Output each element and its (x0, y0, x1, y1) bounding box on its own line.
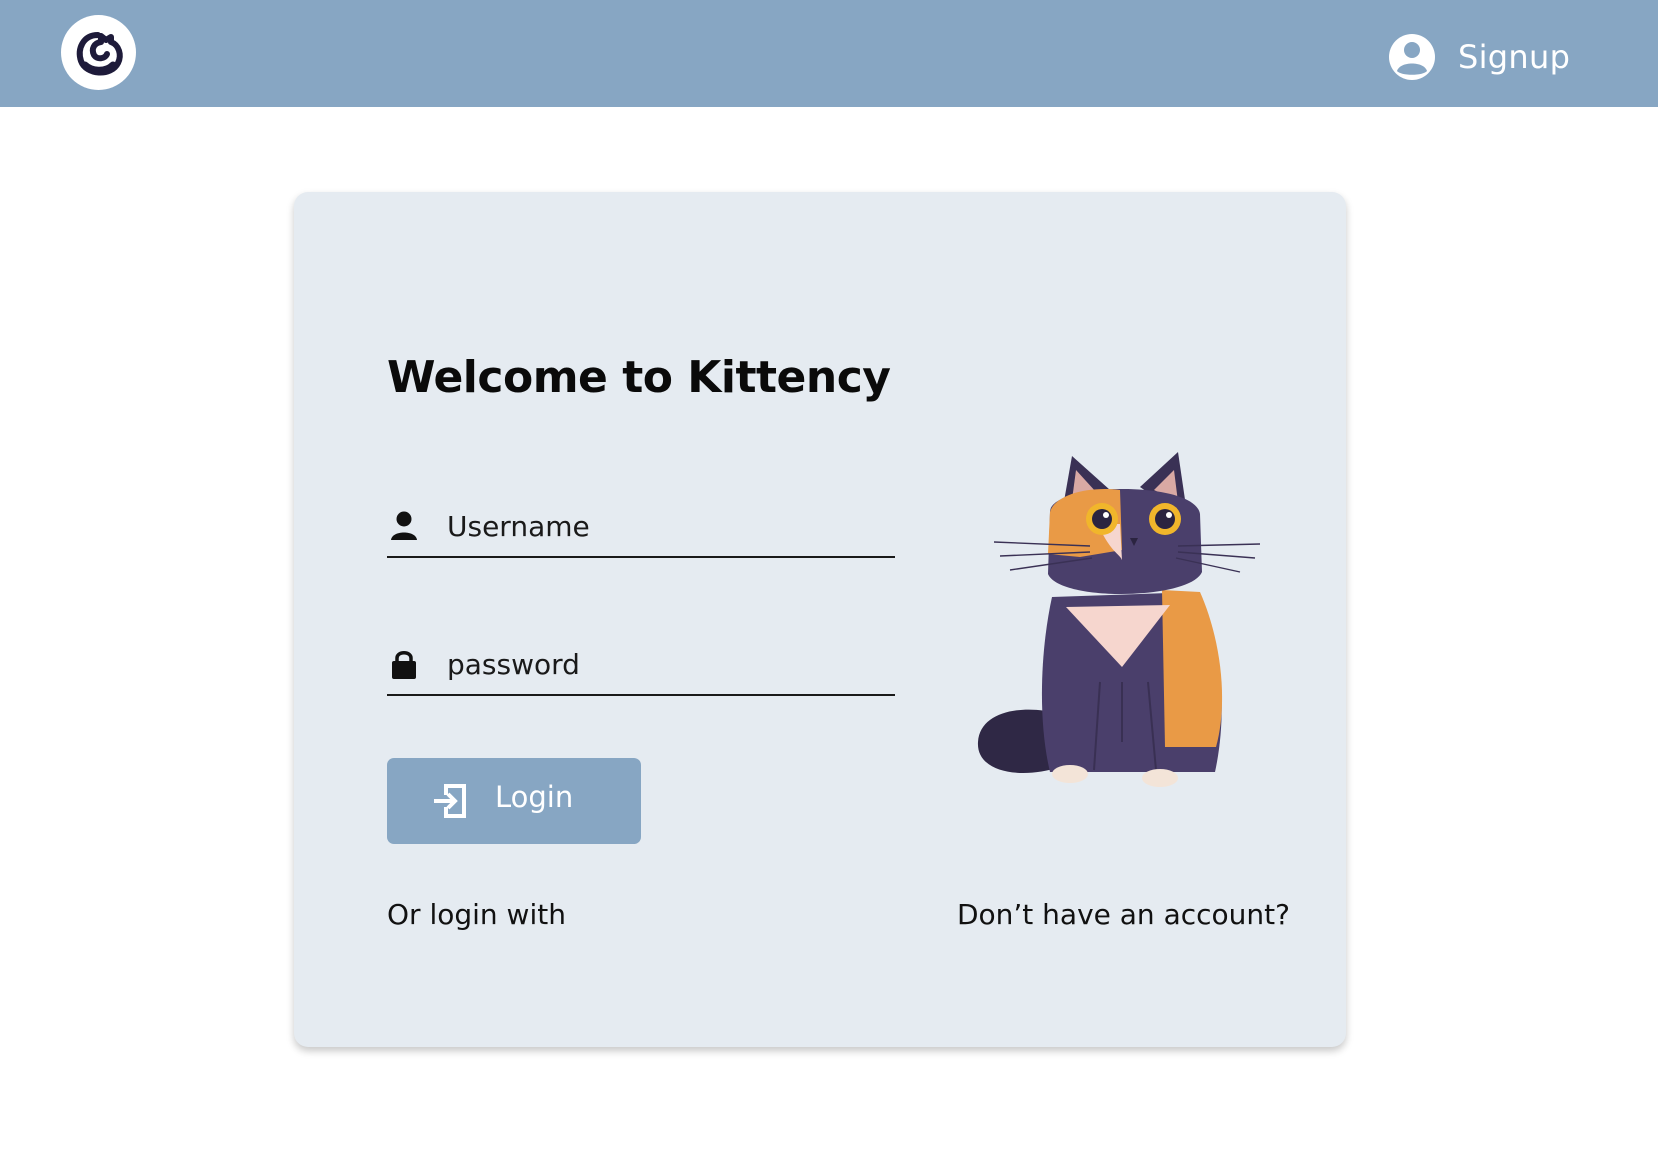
calico-cat-illustration (977, 452, 1261, 787)
login-button-label: Login (495, 780, 574, 814)
user-circle-icon (1389, 34, 1435, 80)
signup-label: Signup (1458, 38, 1571, 76)
username-field-group (387, 496, 895, 558)
username-input[interactable] (447, 504, 887, 548)
user-icon (391, 511, 417, 540)
login-card: Welcome to Kittency Login Or login with … (294, 192, 1346, 1047)
top-navbar: Signup (0, 0, 1658, 107)
cat-logo-icon[interactable] (61, 15, 136, 90)
alt-login-label: Or login with (387, 898, 566, 931)
page-title: Welcome to Kittency (387, 352, 891, 403)
no-account-link[interactable]: Don’t have an account? (957, 898, 1290, 931)
login-arrow-icon (434, 784, 466, 818)
signup-link[interactable]: Signup (1388, 33, 1570, 81)
login-button[interactable]: Login (387, 758, 641, 844)
lock-icon (392, 651, 416, 679)
password-input[interactable] (447, 642, 887, 686)
password-field-group (387, 634, 895, 696)
